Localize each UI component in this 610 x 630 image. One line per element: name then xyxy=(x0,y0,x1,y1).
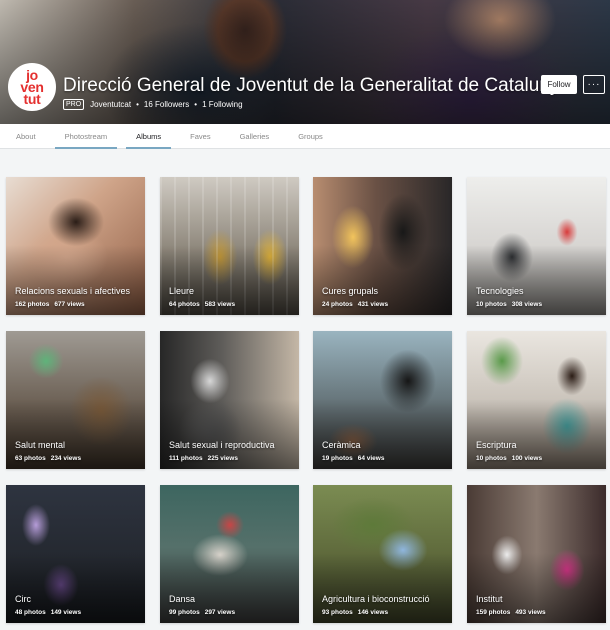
album-photo-count: 19 photos xyxy=(322,455,353,462)
album-card[interactable]: Escriptura 10 photos 100 views xyxy=(467,331,606,469)
album-photo-count: 10 photos xyxy=(476,301,507,308)
album-view-count: 493 views xyxy=(515,609,546,616)
album-stats: 99 photos 297 views xyxy=(169,609,235,616)
album-title: Dansa xyxy=(169,594,196,604)
album-title: Agricultura i bioconstrucció xyxy=(322,594,430,604)
album-view-count: 431 views xyxy=(357,301,389,308)
album-photo-count: 162 photos xyxy=(15,301,50,308)
album-stats: 48 photos 149 views xyxy=(15,609,81,616)
album-view-count: 146 views xyxy=(357,609,389,616)
album-title: Salut mental xyxy=(15,440,66,450)
album-photo-count: 48 photos xyxy=(15,609,46,616)
album-stats: 10 photos 308 views xyxy=(476,301,542,308)
album-photo-count: 63 photos xyxy=(15,455,46,462)
album-photo-count: 64 photos xyxy=(169,301,200,308)
album-stats: 111 photos 225 views xyxy=(169,455,238,462)
album-photo-count: 24 photos xyxy=(322,301,353,308)
album-title: Ceràmica xyxy=(322,440,361,450)
album-photo-count: 159 photos xyxy=(476,609,511,616)
album-card[interactable]: Salut sexual i reproductiva 111 photos 22… xyxy=(160,331,299,469)
album-card[interactable]: Salut mental 63 photos 234 views xyxy=(6,331,145,469)
album-stats: 93 photos 146 views xyxy=(322,609,388,616)
album-view-count: 297 views xyxy=(204,609,236,616)
album-card[interactable]: Relacions sexuals i afectives 162 photos… xyxy=(6,177,145,315)
album-title: Escriptura xyxy=(476,440,517,450)
album-card[interactable]: Institut 159 photos 493 views xyxy=(467,485,606,623)
album-card[interactable]: Circ 48 photos 149 views xyxy=(6,485,145,623)
album-view-count: 225 views xyxy=(207,455,238,462)
album-stats: 19 photos 64 views xyxy=(322,455,384,462)
album-photo-count: 10 photos xyxy=(476,455,507,462)
album-photo-count: 111 photos xyxy=(169,455,203,462)
album-stats: 24 photos 431 views xyxy=(322,301,388,308)
album-stats: 162 photos 677 views xyxy=(15,301,85,308)
album-title: Lleure xyxy=(169,286,195,296)
album-stats: 63 photos 234 views xyxy=(15,455,81,462)
album-view-count: 308 views xyxy=(511,301,543,308)
album-view-count: 677 views xyxy=(54,301,85,308)
album-photo-count: 93 photos xyxy=(322,609,353,616)
album-title: Cures grupals xyxy=(322,286,379,296)
album-stats: 10 photos 100 views xyxy=(476,455,542,462)
album-view-count: 583 views xyxy=(204,301,236,308)
album-card[interactable]: Tecnologies 10 photos 308 views xyxy=(467,177,606,315)
albums-grid: Relacions sexuals i afectives 162 photos… xyxy=(0,0,610,630)
album-view-count: 149 views xyxy=(50,609,82,616)
album-view-count: 234 views xyxy=(50,455,82,462)
album-stats: 159 photos 493 views xyxy=(476,609,546,616)
album-view-count: 64 views xyxy=(357,455,385,462)
album-title: Circ xyxy=(15,594,31,604)
album-title: Tecnologies xyxy=(476,286,524,296)
album-card[interactable]: Lleure 64 photos 583 views xyxy=(160,177,299,315)
album-stats: 64 photos 583 views xyxy=(169,301,235,308)
album-title: Salut sexual i reproductiva xyxy=(169,440,275,450)
album-photo-count: 99 photos xyxy=(169,609,200,616)
album-card[interactable]: Agricultura i bioconstrucció 93 photos 14… xyxy=(313,485,452,623)
album-view-count: 100 views xyxy=(511,455,543,462)
album-title: Relacions sexuals i afectives xyxy=(15,286,131,296)
album-card[interactable]: Dansa 99 photos 297 views xyxy=(160,485,299,623)
album-card[interactable]: Cures grupals 24 photos 431 views xyxy=(313,177,452,315)
album-card[interactable]: Ceràmica 19 photos 64 views xyxy=(313,331,452,469)
album-title: Institut xyxy=(476,594,503,604)
